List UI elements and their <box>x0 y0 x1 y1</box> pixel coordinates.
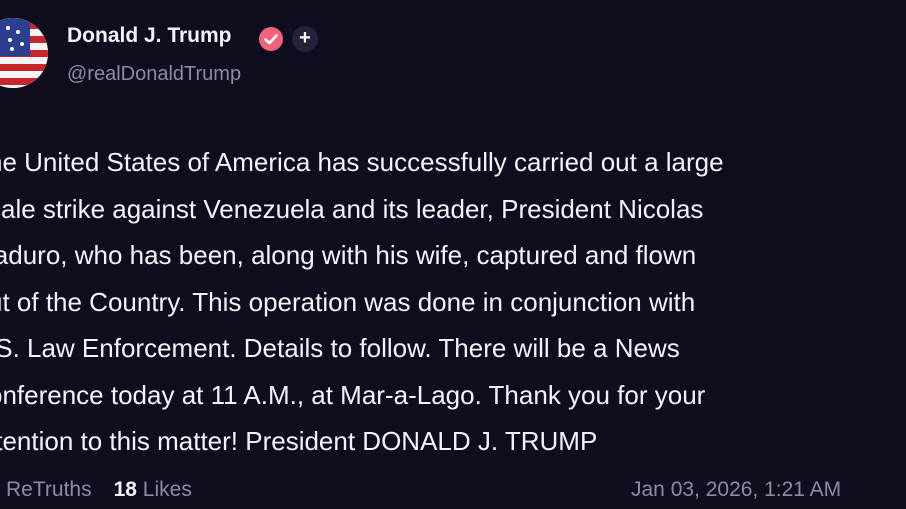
post-text-line: cale strike against Venezuela and its le… <box>0 193 704 224</box>
avatar[interactable] <box>0 18 48 88</box>
post-text-line: ut of the Country. This operation was do… <box>0 286 696 317</box>
post-text-line: he United States of America has successf… <box>0 147 724 177</box>
author-handle[interactable]: @realDonaldTrump <box>67 63 241 86</box>
post-text-line: ttention to this matter! President DONAL… <box>0 426 598 456</box>
post-text-line: laduro, who has been, along with his wif… <box>0 240 697 270</box>
post-timestamp[interactable]: Jan 03, 2026, 1:21 AM <box>631 478 841 502</box>
post-text-line: onference today at 11 A.M., at Mar-a-Lag… <box>0 379 706 410</box>
likes-count[interactable]: 18 <box>114 478 137 501</box>
flag-avatar-icon <box>0 18 48 88</box>
retruths-link[interactable]: ReTruths <box>6 478 92 501</box>
post-body: he United States of America has successf… <box>0 139 906 465</box>
post-text-line: .S. Law Enforcement. Details to follow. … <box>0 333 680 363</box>
follow-button[interactable]: + <box>292 26 318 52</box>
likes-label[interactable]: Likes <box>143 478 192 501</box>
author-display-name[interactable]: Donald J. Trump <box>67 24 232 48</box>
verified-badge-icon <box>258 26 284 52</box>
post-stats: ReTruths 18 Likes <box>6 478 192 502</box>
